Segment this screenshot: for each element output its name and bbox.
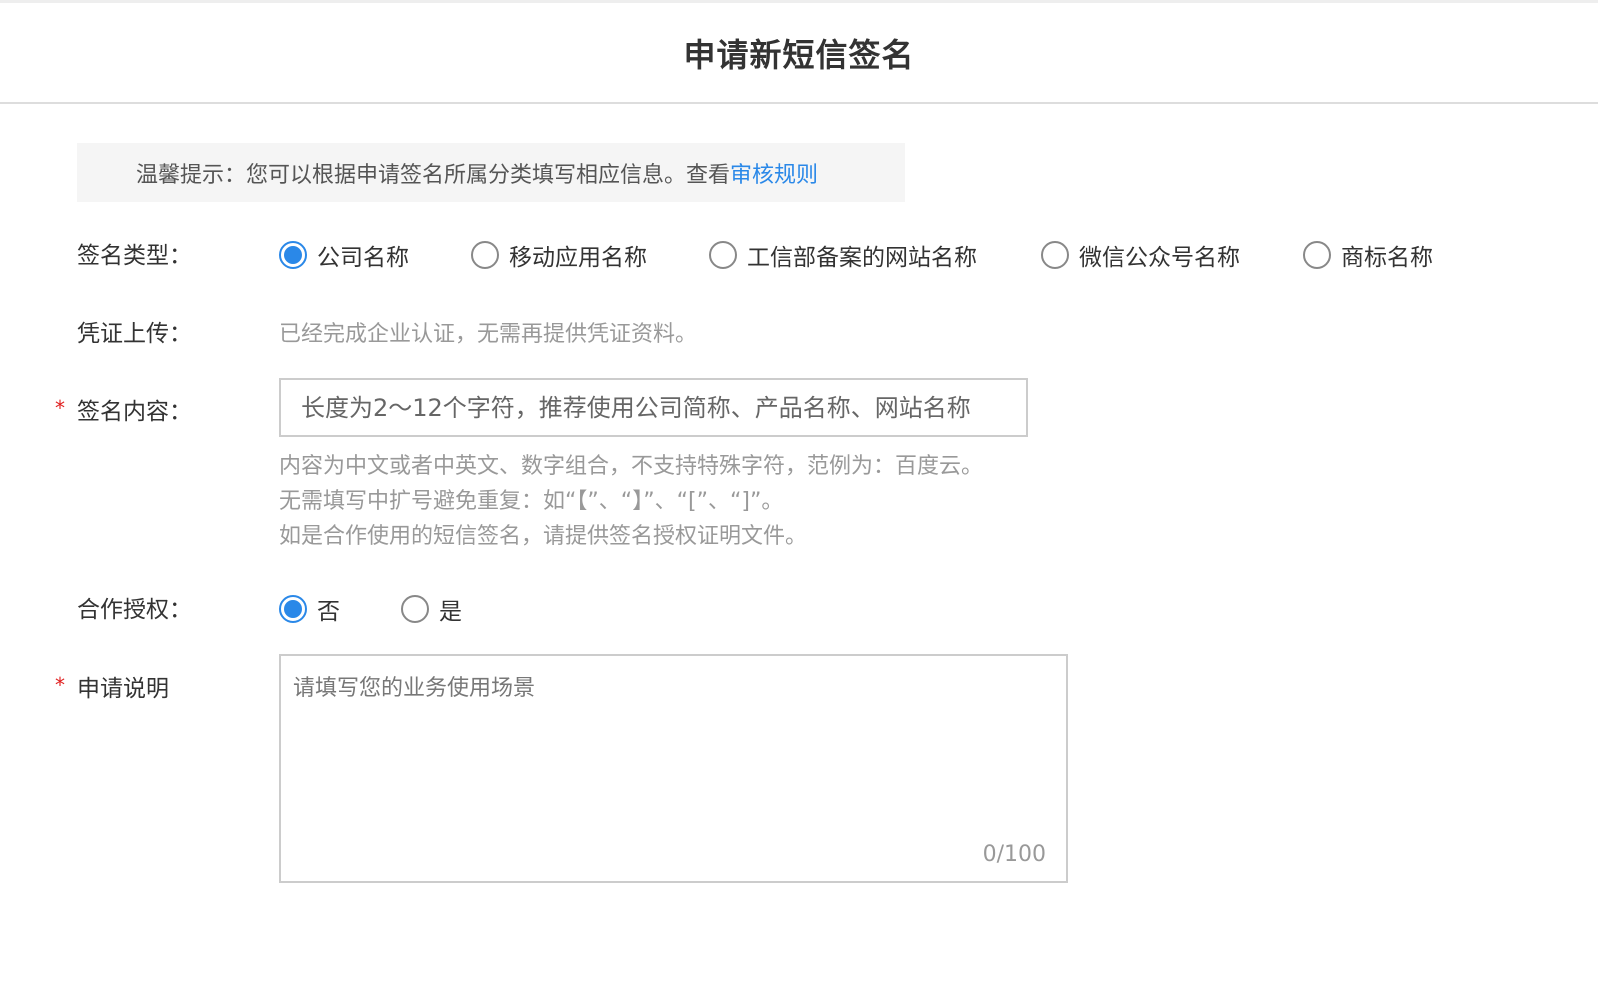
required-mark: * [55, 396, 65, 420]
radio-label: 公司名称 [317, 245, 409, 271]
signature-hint-1: 内容为中文或者中英文、数字组合，不支持特殊字符，范例为：百度云。 [279, 454, 984, 479]
radio-circle [279, 595, 307, 623]
credential-status-text: 已经完成企业认证，无需再提供凭证资料。 [279, 322, 698, 347]
radio-circle [1041, 241, 1069, 269]
sms-signature-form-page: 申请新短信签名 温馨提示：您可以根据申请签名所属分类填写相应信息。查看 审核规则 … [0, 0, 1598, 990]
radio-trademark-name[interactable]: 商标名称 [1303, 238, 1433, 272]
radio-cooperation-no[interactable]: 否 [279, 592, 340, 626]
page-header: 申请新短信签名 [0, 3, 1598, 104]
radio-mobile-app-name[interactable]: 移动应用名称 [471, 238, 647, 272]
application-description-label: 申请说明 [77, 676, 169, 702]
required-mark: * [55, 673, 65, 697]
radio-label: 是 [439, 599, 462, 625]
page-title: 申请新短信签名 [683, 35, 915, 74]
signature-type-label: 签名类型： [77, 243, 192, 269]
radio-label: 否 [317, 599, 340, 625]
signature-content-label: 签名内容： [77, 399, 192, 425]
tip-banner: 温馨提示：您可以根据申请签名所属分类填写相应信息。查看 审核规则 [77, 143, 905, 202]
review-rules-link[interactable]: 审核规则 [730, 157, 818, 189]
radio-circle [709, 241, 737, 269]
radio-cooperation-yes[interactable]: 是 [401, 592, 462, 626]
radio-wechat-account-name[interactable]: 微信公众号名称 [1041, 238, 1240, 272]
radio-circle [401, 595, 429, 623]
radio-label: 工信部备案的网站名称 [747, 245, 977, 271]
signature-hint-2: 无需填写中扩号避免重复：如“【”、“】”、“[”、“]”。 [279, 489, 784, 514]
application-description-box: 0/100 [279, 654, 1068, 883]
description-char-counter: 0/100 [982, 842, 1046, 867]
radio-circle [1303, 241, 1331, 269]
radio-circle [279, 241, 307, 269]
radio-label: 移动应用名称 [509, 245, 647, 271]
application-description-textarea[interactable] [281, 656, 1066, 881]
signature-hint-3: 如是合作使用的短信签名，请提供签名授权证明文件。 [279, 524, 808, 549]
radio-website-name[interactable]: 工信部备案的网站名称 [709, 238, 977, 272]
radio-label: 微信公众号名称 [1079, 245, 1240, 271]
radio-label: 商标名称 [1341, 245, 1433, 271]
radio-circle [471, 241, 499, 269]
tip-text: 温馨提示：您可以根据申请签名所属分类填写相应信息。查看 [136, 162, 731, 188]
signature-content-input[interactable] [279, 378, 1028, 437]
radio-company-name[interactable]: 公司名称 [279, 238, 409, 272]
cooperation-auth-label: 合作授权： [77, 597, 192, 623]
credential-upload-label: 凭证上传： [77, 321, 192, 347]
